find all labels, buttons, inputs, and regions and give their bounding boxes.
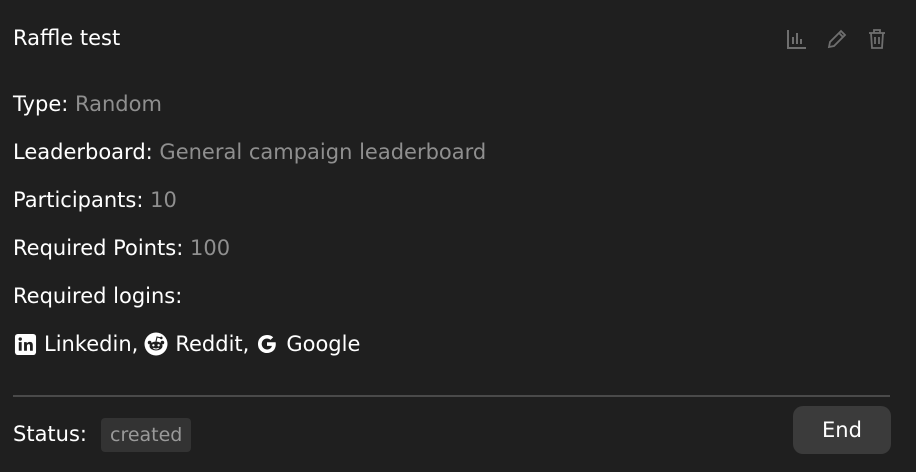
status-label: Status:: [13, 422, 87, 446]
login-linkedin: Linkedin,: [13, 330, 144, 358]
edit-button[interactable]: [824, 26, 850, 52]
type-label: Type:: [13, 92, 69, 116]
login-separator: ,: [242, 332, 250, 356]
end-button[interactable]: End: [793, 406, 891, 454]
login-providers: Linkedin, Reddit, Google: [13, 330, 360, 358]
required-logins-field: Required logins:: [13, 282, 182, 310]
login-reddit-label: Reddit: [175, 332, 243, 356]
raffle-card: Raffle test Type: Random Leaderboard: Ge…: [0, 0, 916, 472]
required-logins-label: Required logins:: [13, 284, 183, 308]
status-row: Status: created: [13, 416, 192, 452]
required-points-label: Required Points:: [13, 236, 184, 260]
delete-button[interactable]: [864, 26, 890, 52]
login-reddit: Reddit,: [144, 330, 255, 358]
leaderboard-field: Leaderboard: General campaign leaderboar…: [13, 138, 486, 166]
linkedin-icon: [13, 332, 37, 356]
required-points-field: Required Points: 100: [13, 234, 230, 262]
bar-chart-icon: [785, 27, 809, 51]
trash-icon: [865, 27, 889, 51]
login-linkedin-label: Linkedin: [44, 332, 132, 356]
raffle-title: Raffle test: [13, 26, 121, 50]
google-icon: [255, 332, 279, 356]
participants-label: Participants:: [13, 188, 144, 212]
leaderboard-label: Leaderboard:: [13, 140, 153, 164]
stats-button[interactable]: [784, 26, 810, 52]
reddit-icon: [144, 332, 168, 356]
type-field: Type: Random: [13, 90, 162, 118]
login-separator: ,: [131, 332, 139, 356]
card-actions: [784, 26, 890, 52]
login-google-label: Google: [286, 332, 361, 356]
status-badge: created: [101, 418, 192, 452]
required-points-value: 100: [189, 236, 231, 260]
login-google: Google: [255, 330, 360, 358]
participants-value: 10: [150, 188, 177, 212]
participants-field: Participants: 10: [13, 186, 177, 214]
leaderboard-value: General campaign leaderboard: [159, 140, 487, 164]
pencil-icon: [825, 27, 849, 51]
type-value: Random: [75, 92, 162, 116]
divider: [13, 395, 890, 397]
